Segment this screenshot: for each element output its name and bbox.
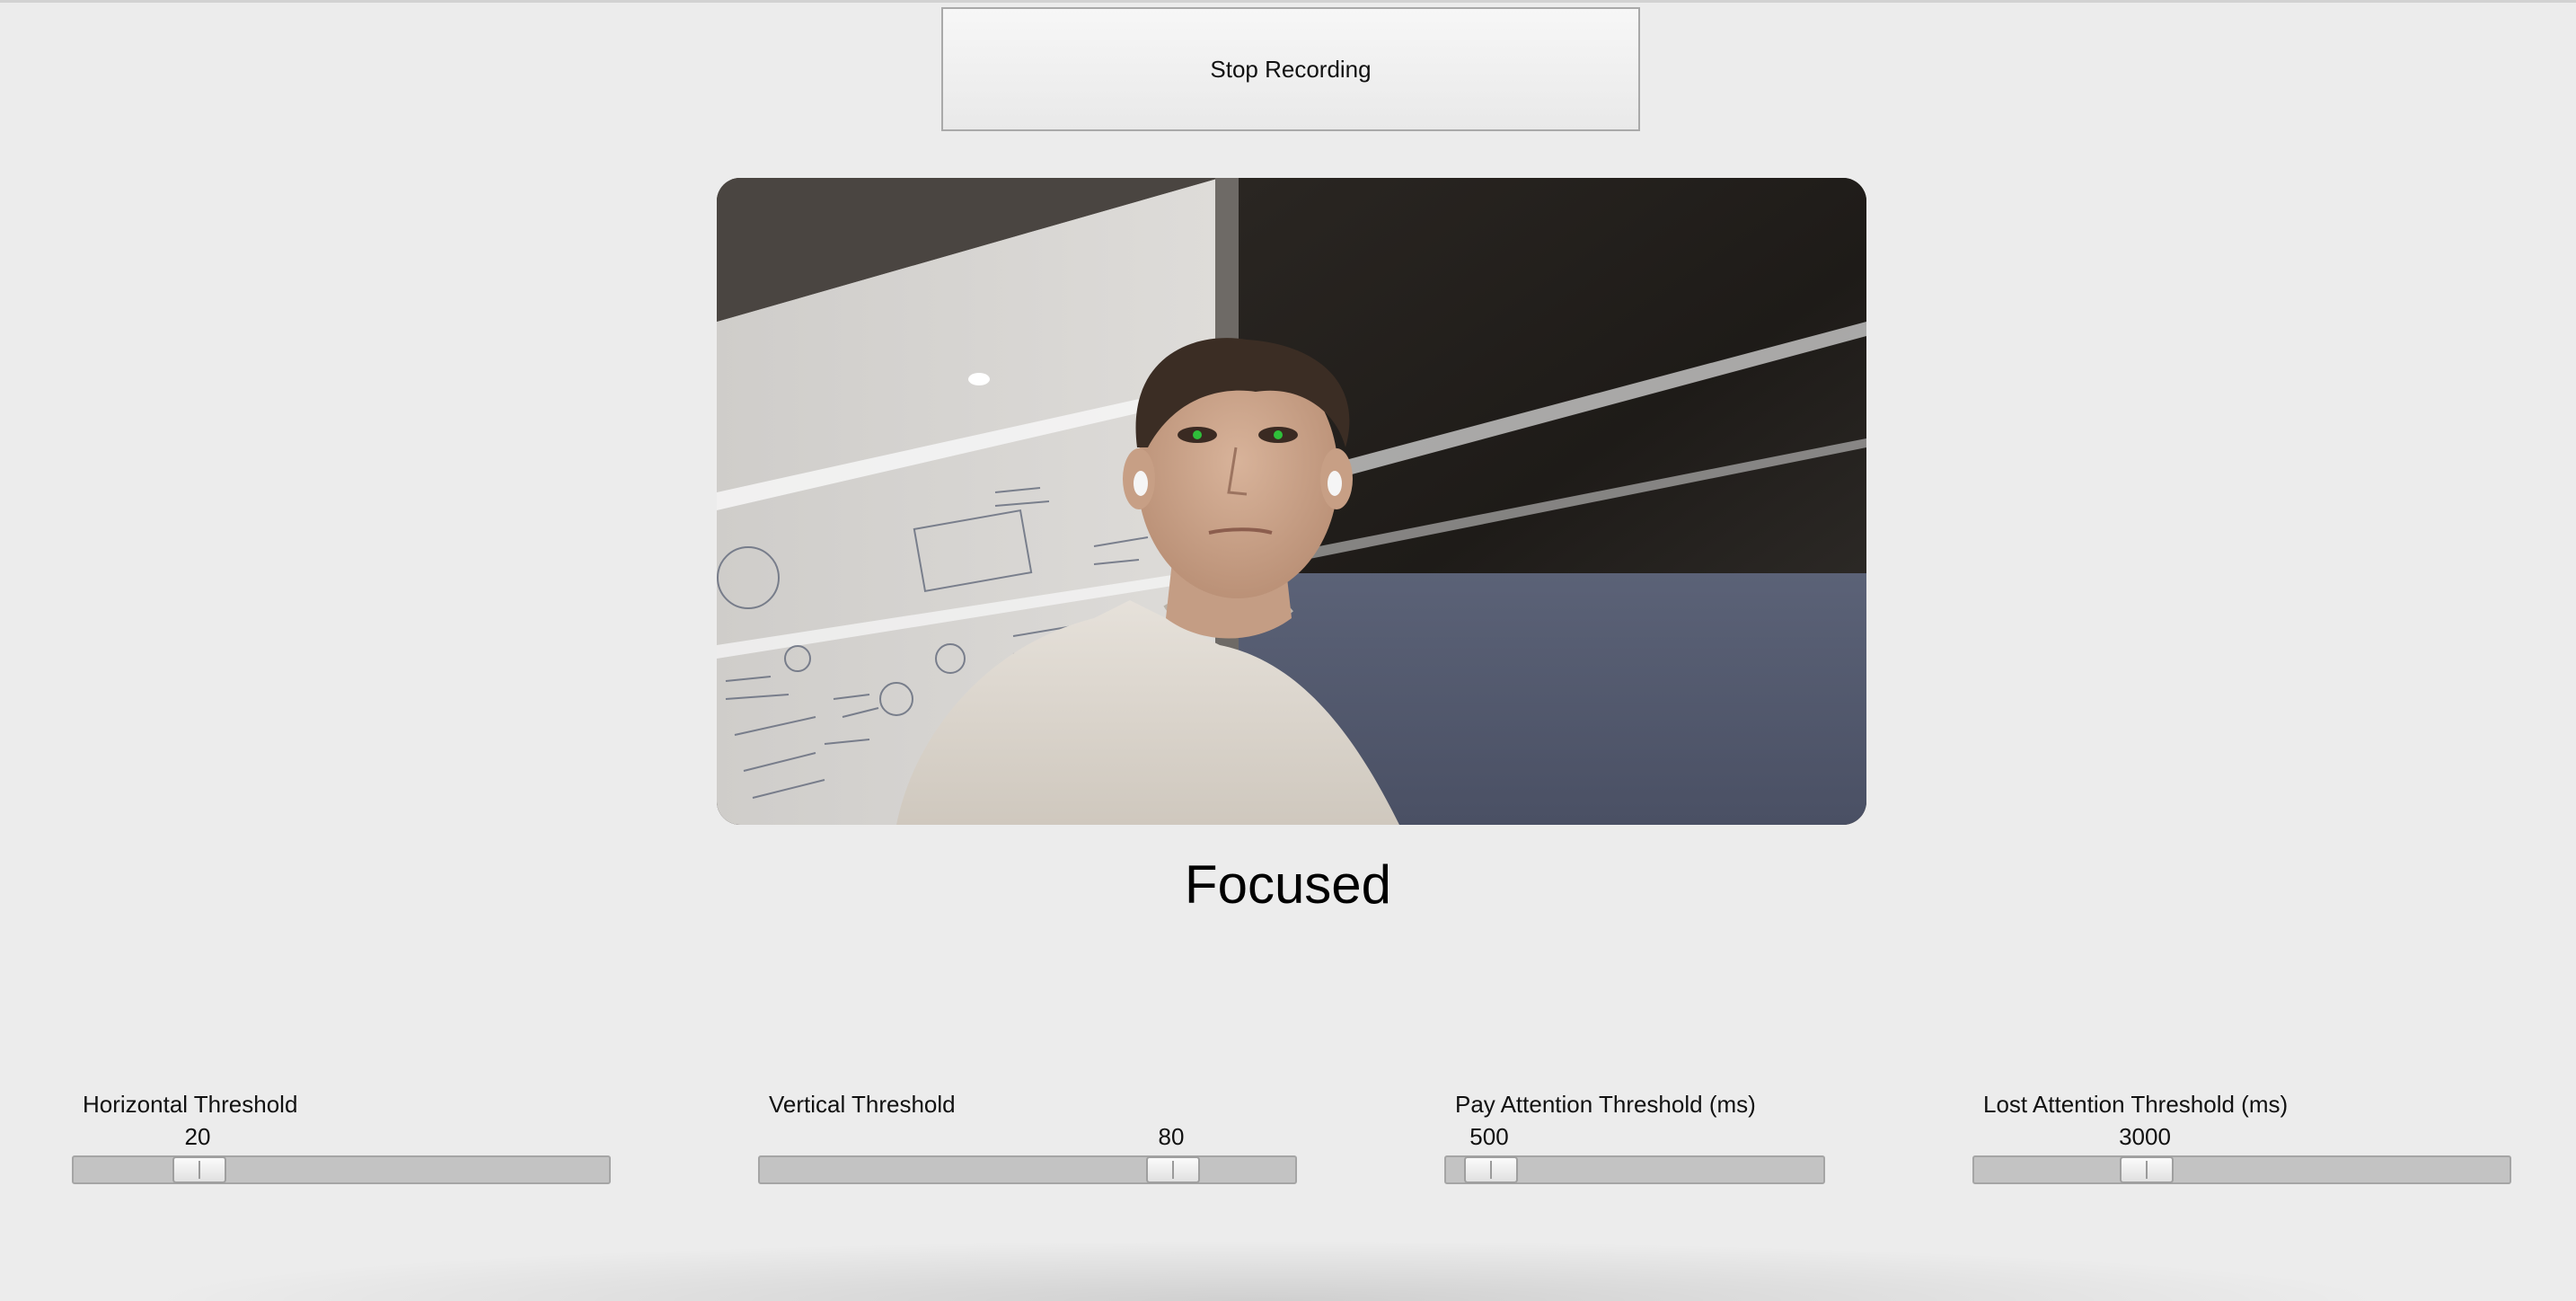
attention-status-label: Focused: [1184, 854, 1392, 915]
slider-value: 3000: [2119, 1123, 2171, 1150]
pay-attention-threshold-slider: Pay Attention Threshold (ms) 500: [1444, 1087, 1825, 1186]
slider-thumb[interactable]: [2120, 1156, 2174, 1183]
slider-thumb[interactable]: [1146, 1156, 1200, 1183]
slider-value: 80: [1158, 1123, 1185, 1150]
stop-recording-button[interactable]: Stop Recording: [941, 7, 1640, 131]
webcam-video-feed: [717, 178, 1866, 825]
window-top-border: [0, 0, 2576, 3]
slider-trough[interactable]: [758, 1155, 1297, 1184]
slider-label: Lost Attention Threshold (ms): [1983, 1091, 2289, 1118]
slider-trough[interactable]: [1444, 1155, 1825, 1184]
slider-trough[interactable]: [72, 1155, 611, 1184]
horizontal-threshold-slider: Horizontal Threshold 20: [72, 1087, 611, 1186]
slider-thumb[interactable]: [172, 1156, 226, 1183]
slider-value: 20: [184, 1123, 211, 1150]
slider-trough[interactable]: [1972, 1155, 2511, 1184]
slider-label: Pay Attention Threshold (ms): [1455, 1091, 1756, 1118]
slider-value: 500: [1469, 1123, 1509, 1150]
slider-label: Horizontal Threshold: [83, 1091, 298, 1118]
vertical-threshold-slider: Vertical Threshold 80: [758, 1087, 1297, 1186]
lost-attention-threshold-slider: Lost Attention Threshold (ms) 3000: [1972, 1087, 2511, 1186]
slider-thumb[interactable]: [1464, 1156, 1518, 1183]
window-shadow: [135, 1240, 2398, 1301]
webcam-frame-illustration: [717, 178, 1866, 825]
slider-label: Vertical Threshold: [769, 1091, 956, 1118]
